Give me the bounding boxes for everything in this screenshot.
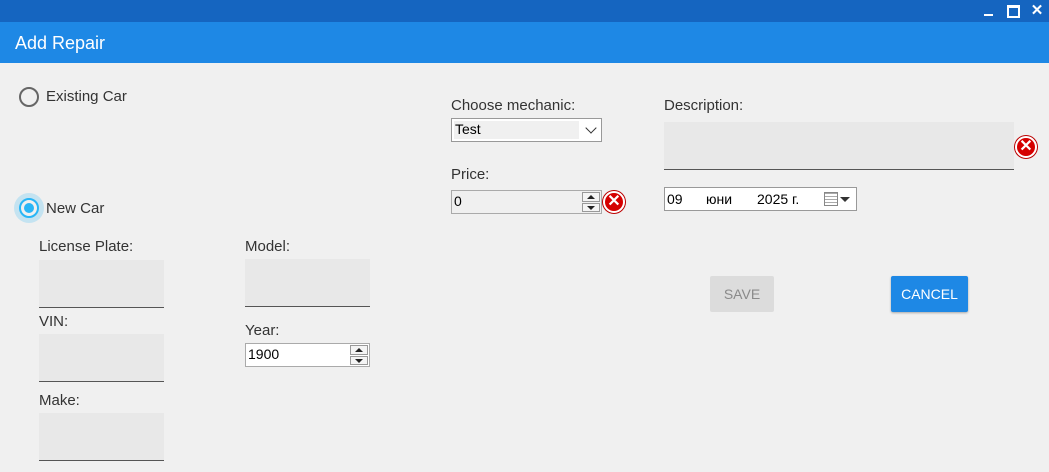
dialog-title: Add Repair	[15, 33, 106, 53]
year-decrement-icon[interactable]	[350, 355, 368, 365]
cancel-button[interactable]: CANCEL	[891, 276, 968, 312]
price-increment-icon[interactable]	[582, 192, 600, 202]
mechanic-select[interactable]: Test	[451, 118, 602, 142]
make-label: Make:	[39, 392, 80, 409]
year-value[interactable]: 1900	[248, 346, 279, 362]
date-month[interactable]: юни	[706, 191, 732, 207]
existing-car-label[interactable]: Existing Car	[46, 88, 127, 105]
year-label: Year:	[245, 322, 280, 339]
description-error-icon: ✕	[1015, 136, 1037, 158]
license-plate-label: License Plate:	[39, 238, 134, 255]
year-stepper[interactable]: 1900	[245, 343, 370, 367]
new-car-label[interactable]: New Car	[46, 200, 104, 217]
model-field[interactable]	[245, 259, 370, 307]
vin-label: VIN:	[39, 313, 69, 330]
dialog-header: Add Repair	[0, 22, 1049, 63]
date-picker[interactable]: 09 юни 2025 г.	[664, 187, 857, 211]
description-label: Description:	[664, 97, 744, 114]
year-increment-icon[interactable]	[350, 345, 368, 355]
date-day[interactable]: 09	[667, 191, 683, 207]
chevron-down-icon[interactable]	[585, 122, 597, 134]
new-car-radio[interactable]	[19, 198, 39, 218]
mechanic-label: Choose mechanic:	[451, 97, 576, 114]
model-label: Model:	[245, 238, 291, 255]
calendar-dropdown-icon[interactable]	[840, 197, 850, 202]
mechanic-selected-value[interactable]: Test	[454, 121, 579, 139]
license-plate-field[interactable]	[39, 260, 164, 308]
price-stepper[interactable]: 0	[451, 190, 602, 214]
maximize-icon[interactable]	[1003, 2, 1023, 20]
existing-car-radio[interactable]	[19, 87, 39, 107]
minimize-icon[interactable]	[978, 2, 998, 20]
price-value[interactable]: 0	[454, 193, 462, 209]
price-decrement-icon[interactable]	[582, 202, 600, 212]
calendar-icon[interactable]	[824, 192, 838, 206]
price-error-icon: ✕	[603, 191, 625, 213]
close-icon[interactable]: ✕	[1027, 2, 1047, 20]
price-label: Price:	[451, 166, 490, 183]
vin-field[interactable]	[39, 334, 164, 382]
date-year[interactable]: 2025 г.	[757, 191, 799, 207]
save-button[interactable]: SAVE	[710, 276, 774, 312]
window-titlebar[interactable]: ✕	[0, 0, 1049, 22]
description-field[interactable]	[664, 122, 1014, 170]
make-field[interactable]	[39, 413, 164, 461]
